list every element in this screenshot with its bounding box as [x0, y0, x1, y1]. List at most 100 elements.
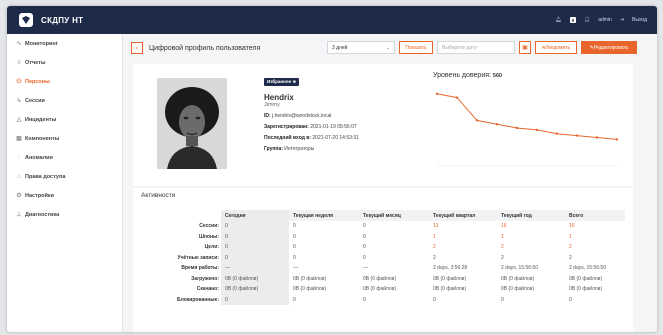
sidebar-item-label: Настройки — [25, 192, 55, 199]
edit-button[interactable]: ✎ Редактировать — [581, 41, 637, 54]
table-cell: 0 — [363, 233, 366, 240]
pulse-icon: ∿ — [16, 41, 22, 47]
page-title: Цифровой профиль пользователя — [149, 44, 261, 52]
persons-icon: ⚇ — [16, 79, 22, 85]
favorite-badge[interactable]: Избранное ★ — [264, 78, 300, 86]
sidebar-item-settings[interactable]: ⚙ Настройки — [7, 186, 122, 205]
table-cell: 0 — [221, 252, 289, 263]
trust-point — [615, 138, 619, 141]
table-cell: 0 — [569, 296, 572, 303]
table-cell[interactable]: 2 — [429, 242, 497, 253]
sidebar-item-reports[interactable]: ≡ Отчеты — [7, 53, 122, 72]
registered-label: Зарегистрирован: — [264, 124, 309, 130]
period-value: 3 дней — [332, 45, 348, 51]
toolbar: ‹ Цифровой профиль пользователя 3 дней ⌄ … — [131, 39, 651, 57]
back-button[interactable]: ‹ — [131, 42, 143, 54]
sidebar-item-diagnostics[interactable]: ⊥ Диагностика — [7, 205, 122, 224]
row-label: Сессии: — [141, 221, 221, 232]
notify-button[interactable]: ⍾ Уведомить — [535, 41, 577, 54]
activity-title: Активности — [141, 192, 176, 199]
app-name: СКДПУ НТ — [41, 15, 84, 25]
row-label: Время работы: — [141, 263, 221, 274]
user-name[interactable]: admin — [598, 17, 612, 23]
row-label: Скачано: — [141, 284, 221, 295]
sidebar-item-label: Компоненты — [25, 135, 60, 142]
table-cell[interactable]: 16 — [565, 221, 625, 232]
trust-series-line — [436, 93, 618, 140]
sidebar-item-monitoring[interactable]: ∿ Мониторинг — [7, 34, 122, 53]
table-cell[interactable]: 13 — [429, 221, 497, 232]
sidebar-item-anomalies[interactable]: ◌ Аномалии — [7, 148, 122, 167]
registered-row: Зарегистрирован: 2021-01-19 05:56:07 — [264, 124, 444, 130]
sidebar-item-access-rights[interactable]: ⌂ Права доступа — [7, 167, 122, 186]
table-cell: 2 — [501, 254, 504, 261]
profile-info: Избранное ★ Hendrix Jimmy ID: j.hendrix@… — [264, 70, 444, 152]
last-login-row: Последний вход в: 2021-07-20 14:53:31 — [264, 135, 444, 141]
column-header: Текущий квартал — [429, 210, 497, 221]
anomalies-icon: ◌ — [17, 154, 21, 161]
activity-card: Активности Сегодня Текущая неделя Текущи… — [133, 188, 633, 332]
row-label: Загружено: — [141, 273, 221, 284]
table-cell[interactable]: 1 — [429, 232, 497, 243]
column-header: Всего — [565, 210, 625, 221]
table-corner — [141, 210, 221, 221]
table-row: Сессии: 0 0 0 13 16 16 — [141, 221, 625, 232]
period-select[interactable]: 3 дней ⌄ — [327, 41, 395, 54]
sidebar-item-persons[interactable]: ⚇ Персоны — [7, 72, 122, 91]
components-icon: ▦ — [16, 136, 22, 142]
calendar-icon[interactable]: ▣ — [519, 41, 531, 54]
table-row: Цели: 0 0 0 2 2 2 — [141, 242, 625, 253]
table-cell: 0B (0 файлов) — [569, 286, 603, 293]
sidebar-item-label: Права доступа — [25, 173, 66, 180]
app-logo-icon[interactable] — [19, 13, 33, 27]
table-cell: 2 — [433, 254, 436, 261]
table-cell: 0 — [221, 294, 289, 305]
table-cell: 2 days, 3:56:28 — [433, 265, 468, 272]
column-header: Текущая неделя — [289, 210, 359, 221]
table-header-row: Сегодня Текущая неделя Текущий месяц Тек… — [141, 210, 625, 221]
group-label: Группа: — [264, 146, 283, 152]
row-label: Учётные записи: — [141, 252, 221, 263]
avatar — [157, 78, 227, 169]
last-login-value: 2021-07-20 14:53:31 — [312, 135, 359, 141]
table-cell: 0 — [363, 223, 366, 230]
reports-icon: ≡ — [17, 59, 21, 66]
table-cell[interactable]: 1 — [497, 232, 565, 243]
column-header: Текущий месяц — [359, 210, 429, 221]
trust-point — [455, 96, 459, 99]
table-cell: 0B (0 файлов) — [293, 286, 327, 293]
table-cell: 0 — [221, 242, 289, 253]
table-cell[interactable]: 2 — [565, 242, 625, 253]
table-cell: 0B (0 файлов) — [293, 275, 327, 282]
sidebar-item-incidents[interactable]: △ Инциденты — [7, 110, 122, 129]
table-cell: 0 — [221, 231, 289, 242]
notify-label: Уведомить — [545, 44, 571, 51]
table-cell: 0B (0 файлов) — [501, 286, 535, 293]
sidebar-item-components[interactable]: ▦ Компоненты — [7, 129, 122, 148]
table-cell: 0 — [363, 254, 366, 261]
table-cell: — — [363, 265, 368, 272]
edit-label: Редактировать — [593, 44, 629, 51]
table-cell[interactable]: 1 — [565, 232, 625, 243]
sidebar-item-label: Сессии — [25, 97, 45, 104]
table-cell: 0 — [221, 221, 289, 232]
date-input[interactable]: Выберите дату — [437, 41, 515, 54]
row-label: Цели: — [141, 242, 221, 253]
table-cell: — — [293, 265, 298, 272]
sidebar-item-label: Инциденты — [25, 116, 57, 123]
trust-point — [535, 128, 539, 132]
bell-icon[interactable]: 🔔︎ — [555, 17, 561, 23]
table-cell: 0 — [501, 296, 504, 303]
table-cell: 0 — [363, 296, 366, 303]
logout-link[interactable]: Выход — [632, 17, 647, 23]
sessions-icon: ↳ — [16, 98, 22, 104]
table-row: Скачано: 0B (0 файлов) 0B (0 файлов) 0B (0 … — [141, 284, 625, 295]
sidebar-item-sessions[interactable]: ↳ Сессии — [7, 91, 122, 110]
table-cell[interactable]: 2 — [497, 242, 565, 253]
show-button[interactable]: Показать — [399, 41, 433, 54]
table-cell: — — [221, 263, 289, 274]
sidebar-item-label: Диагностика — [25, 211, 60, 218]
table-cell: 0B (0 файлов) — [501, 275, 535, 282]
logout-icon: ⇥ — [619, 17, 625, 23]
table-cell[interactable]: 16 — [497, 221, 565, 232]
